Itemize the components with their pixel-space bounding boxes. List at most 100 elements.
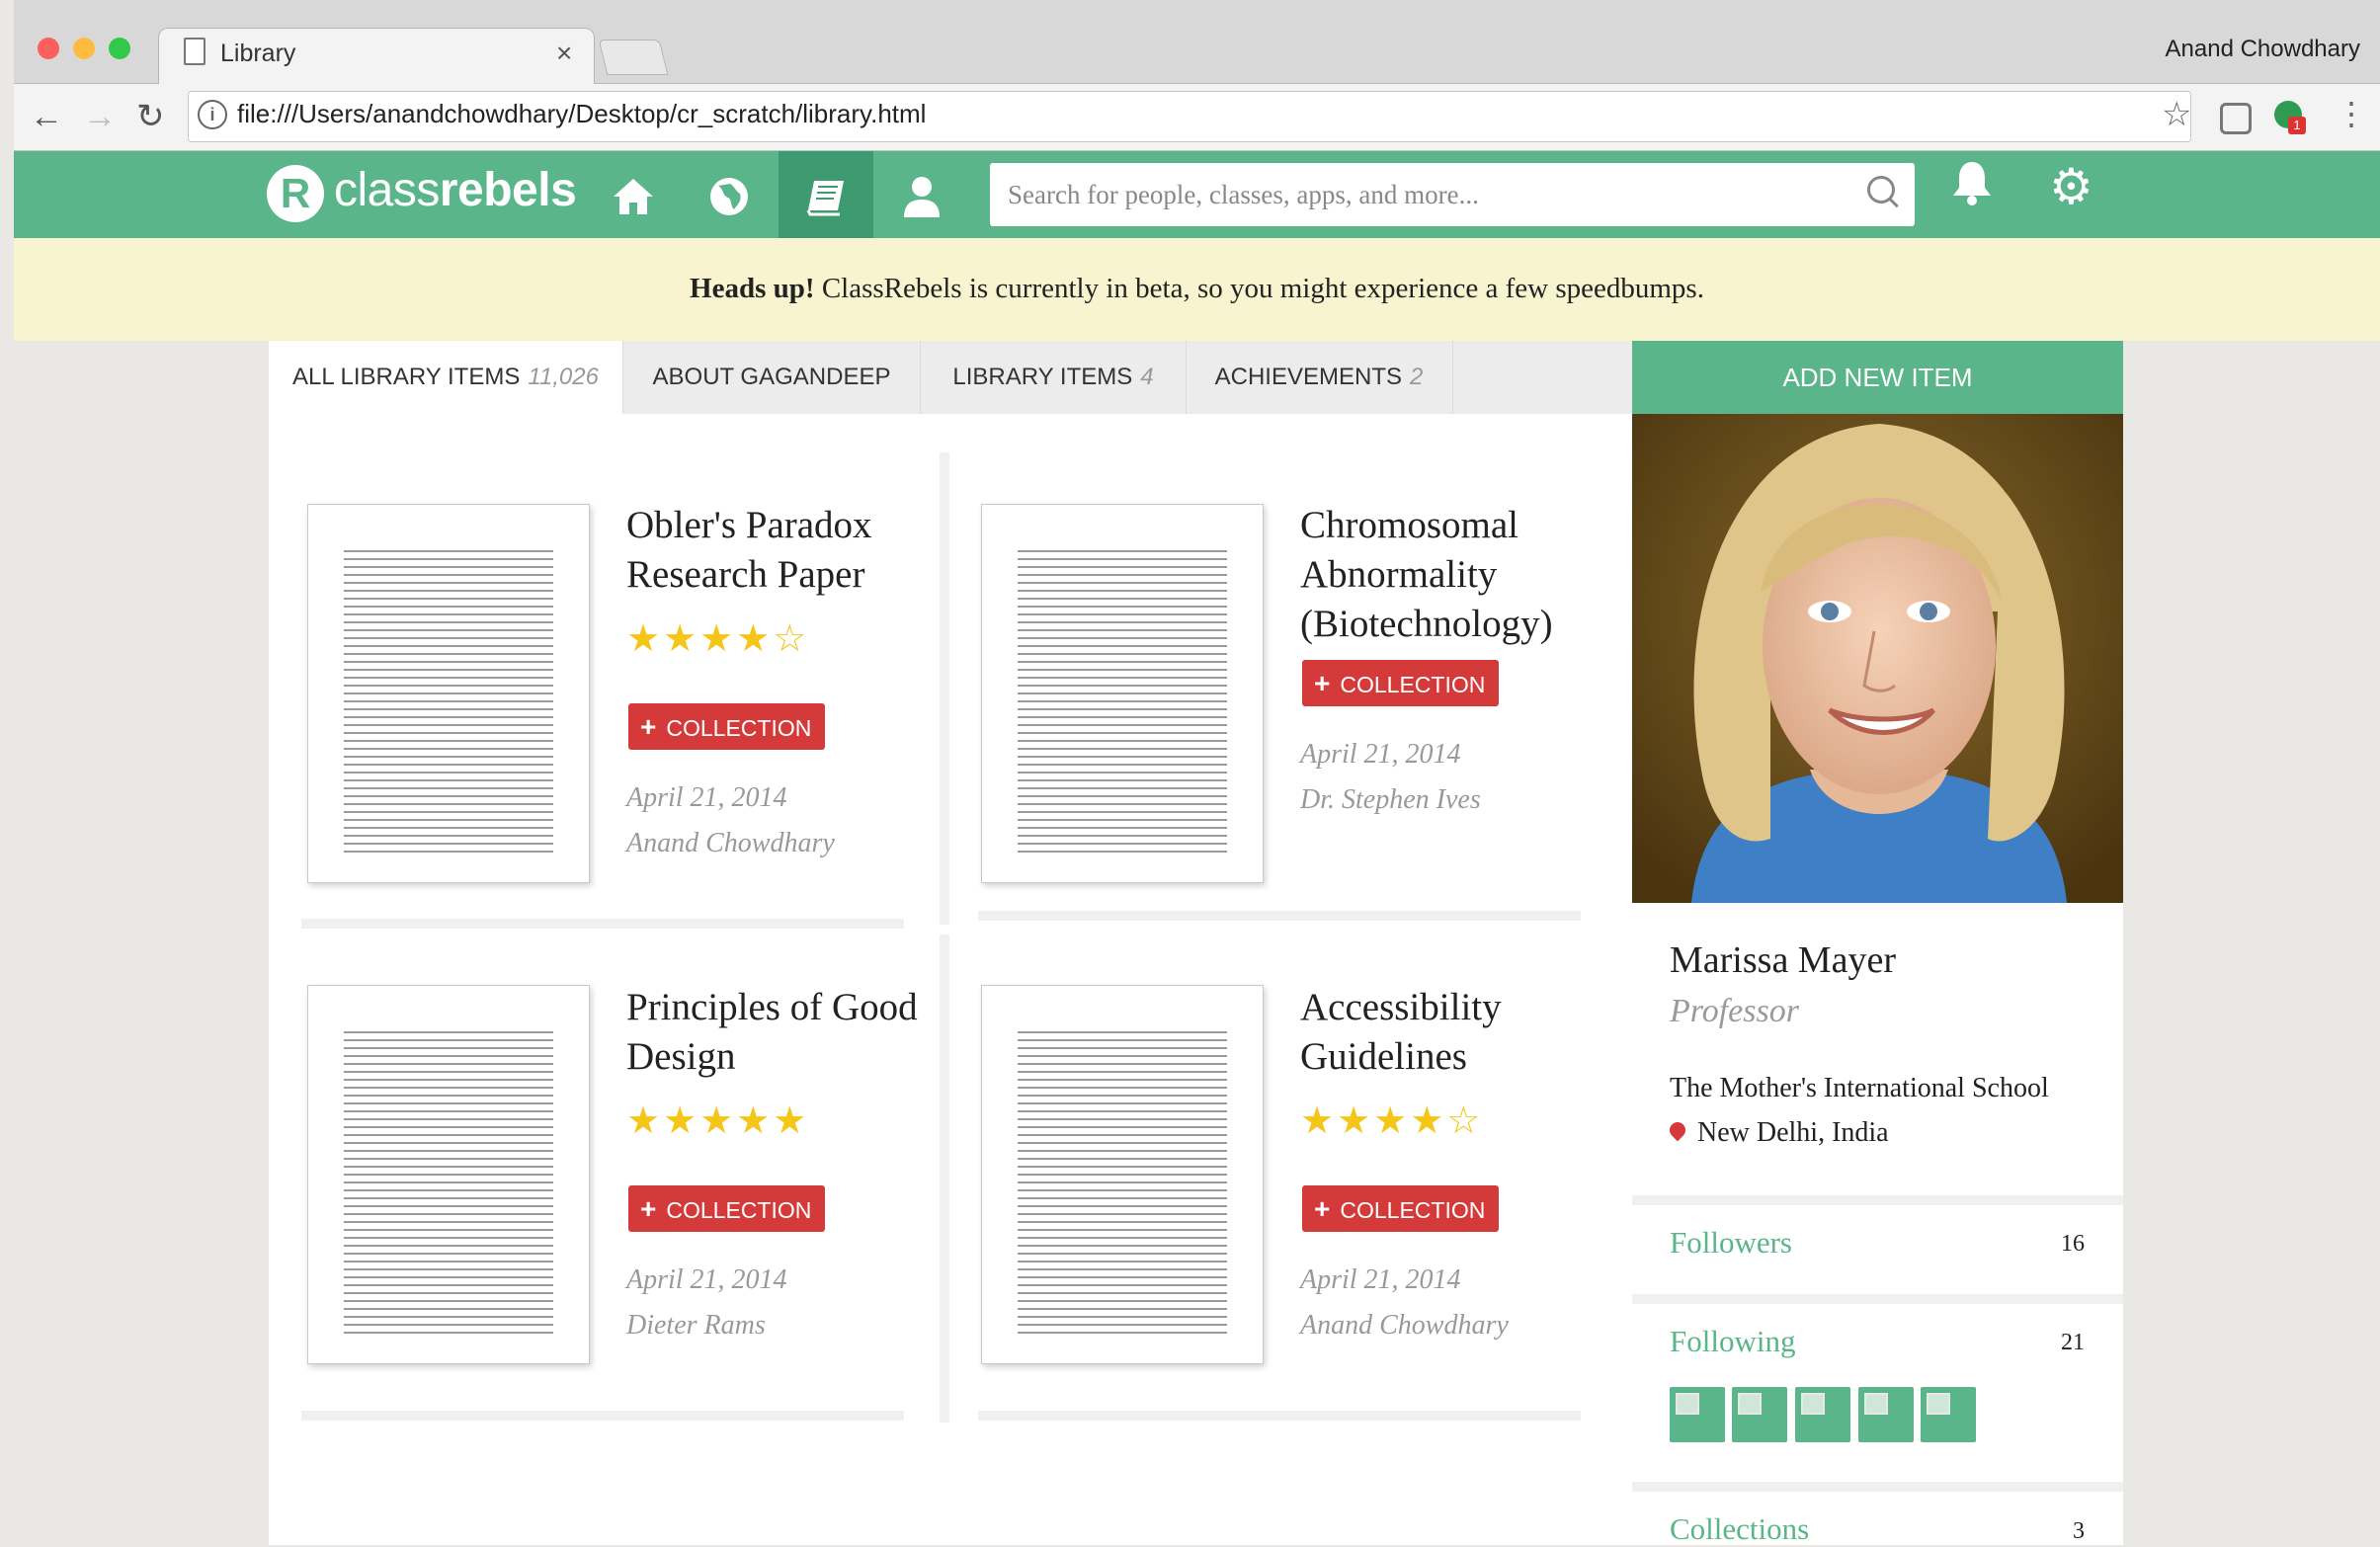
user-icon [904,177,940,218]
grid-divider [978,911,1581,921]
beta-banner-text: Heads up! ClassRebels is currently in be… [0,273,2380,305]
followers-link[interactable]: Followers [1670,1225,1792,1261]
nav-globe[interactable] [682,151,777,238]
grid-divider [940,452,949,925]
tab-all-library-items[interactable]: ALL LIBRARY ITEMS 11,026 [269,341,623,414]
add-to-collection-button[interactable]: + COLLECTION [628,1185,826,1232]
tab-count: 11,026 [528,364,599,390]
logo-icon[interactable]: R [267,165,324,222]
item-author[interactable]: Anand Chowdhary [626,828,835,859]
item-date: April 21, 2014 [1300,739,1461,770]
star-rating: ★★★★★ [626,1100,810,1142]
nav-home[interactable] [586,151,681,238]
profile-name[interactable]: Marissa Mayer [1670,938,1896,982]
following-avatar[interactable] [1921,1387,1976,1442]
plus-icon: + [640,1193,657,1224]
following-count: 21 [2061,1330,2085,1355]
tab-about-gagandeep[interactable]: ABOUT GAGANDEEP [623,341,921,414]
tab-title: Library [220,40,296,67]
browser-menu-icon[interactable]: ⋮ [2336,95,2367,132]
star-rating: ★★★★☆ [626,618,810,660]
document-thumbnail[interactable] [981,985,1264,1364]
search-icon[interactable] [1867,176,1895,204]
banner-message: ClassRebels is currently in beta, so you… [821,273,1704,304]
sidebar-divider [1632,1195,2123,1205]
profile-location: New Delhi, India [1697,1117,1889,1148]
forward-arrow-icon[interactable]: → [83,95,117,138]
button-label: COLLECTION [1340,1197,1486,1223]
sidebar-divider [1632,1482,2123,1492]
search-placeholder[interactable]: Search for people, classes, apps, and mo… [1008,180,1479,210]
button-label: COLLECTION [666,715,812,741]
page-icon [184,38,205,65]
collections-count: 3 [2073,1518,2085,1544]
url-text[interactable]: file:///Users/anandchowdhary/Desktop/cr_… [237,99,926,129]
item-title[interactable]: Principles of Good Design [626,983,923,1082]
grid-divider [940,935,949,1423]
add-to-collection-button[interactable]: + COLLECTION [628,703,826,750]
logo-text-light: class [334,164,440,216]
tab-achievements[interactable]: ACHIEVEMENTS 2 [1186,341,1453,414]
plus-icon: + [1314,1193,1331,1224]
site-info-icon[interactable]: i [198,100,227,129]
button-label: COLLECTION [666,1197,812,1223]
following-avatar[interactable] [1858,1387,1914,1442]
logo-wordmark[interactable]: classrebels [334,163,577,217]
minimize-window-button[interactable] [73,38,95,59]
tab-label: ACHIEVEMENTS [1214,364,1402,390]
close-window-button[interactable] [38,38,59,59]
extension-badge: 1 [2288,117,2306,134]
bell-icon[interactable] [1951,160,1993,216]
tab-label: ALL LIBRARY ITEMS [292,364,521,390]
tab-label: LIBRARY ITEMS [952,364,1133,390]
grid-divider [301,919,904,929]
item-title[interactable]: Accessibility Guidelines [1300,983,1597,1082]
following-link[interactable]: Following [1670,1324,1795,1359]
extension-camera-icon[interactable] [2220,103,2252,134]
maximize-window-button[interactable] [109,38,130,59]
back-arrow-icon[interactable]: ← [30,95,63,138]
bookmark-star-icon[interactable]: ☆ [2162,95,2191,134]
item-date: April 21, 2014 [626,1264,787,1295]
book-icon [806,181,844,216]
nav-profile[interactable] [874,151,969,238]
following-avatar[interactable] [1732,1387,1787,1442]
profile-school: The Mother's International School [1670,1073,2049,1103]
plus-icon: + [640,711,657,742]
new-tab-button[interactable] [598,40,669,75]
item-date: April 21, 2014 [1300,1264,1461,1295]
globe-icon [710,178,748,216]
browser-profile-name[interactable]: Anand Chowdhary [2166,36,2360,63]
followers-count: 16 [2061,1231,2085,1257]
button-label: COLLECTION [1340,672,1486,697]
grid-divider [301,1411,904,1421]
add-new-item-button[interactable]: ADD NEW ITEM [1632,341,2123,414]
document-thumbnail[interactable] [307,985,590,1364]
add-to-collection-button[interactable]: + COLLECTION [1302,1185,1500,1232]
nav-library[interactable] [779,151,873,238]
tab-label: ABOUT GAGANDEEP [652,364,891,390]
tab-close-icon[interactable]: × [556,38,572,69]
sidebar-divider [1632,1294,2123,1304]
add-to-collection-button[interactable]: + COLLECTION [1302,660,1500,706]
gear-icon[interactable]: ⚙ [2049,158,2093,215]
tab-count: 2 [1410,364,1424,390]
following-avatar[interactable] [1670,1387,1725,1442]
document-thumbnail[interactable] [307,504,590,883]
document-thumbnail[interactable] [981,504,1264,883]
reload-icon[interactable]: ↻ [136,95,165,138]
item-date: April 21, 2014 [626,782,787,813]
banner-heads-up: Heads up! [690,273,815,304]
grid-divider [978,1411,1581,1421]
logo-text-bold: rebels [439,164,577,216]
tab-library-items[interactable]: LIBRARY ITEMS 4 [921,341,1187,414]
following-avatar[interactable] [1795,1387,1850,1442]
item-author[interactable]: Dr. Stephen Ives [1300,784,1481,816]
item-author[interactable]: Anand Chowdhary [1300,1310,1509,1342]
profile-photo [1632,414,2123,903]
collections-link[interactable]: Collections [1670,1511,1809,1547]
item-author[interactable]: Dieter Rams [626,1310,766,1342]
item-title[interactable]: Obler's Paradox Research Paper [626,501,923,600]
home-icon [614,179,653,215]
item-title[interactable]: Chromosomal Abnormality (Biotechnology) [1300,501,1626,649]
